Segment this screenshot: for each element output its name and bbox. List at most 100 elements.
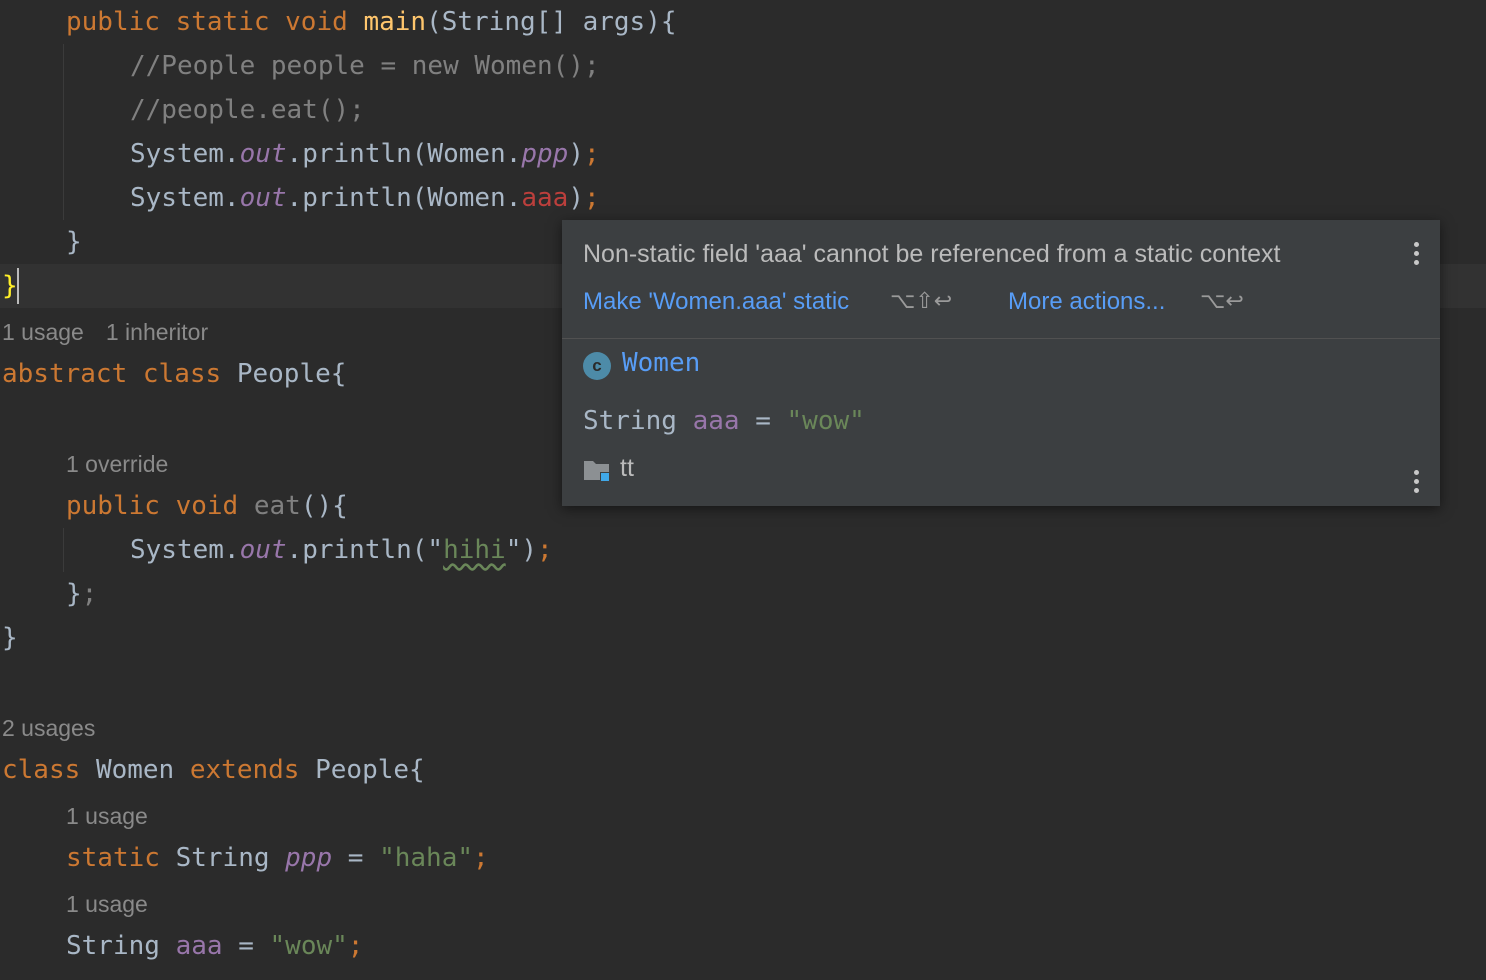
inlay-hint-women[interactable]: 2 usages [2, 706, 117, 750]
field-name: ppp [285, 843, 333, 873]
code-line-women-class[interactable]: class Women extends People{ [2, 748, 425, 792]
popup-divider [562, 338, 1440, 339]
inlay-hint-aaa[interactable]: 1 usage [66, 882, 170, 926]
semicolon: ; [473, 843, 489, 873]
method-params: (String[] args){ [426, 7, 677, 37]
more-options-icon[interactable] [1412, 242, 1420, 265]
type-name: String [583, 406, 677, 436]
code-token: ) [568, 183, 584, 213]
more-options-icon[interactable] [1412, 470, 1420, 493]
comment-text: //people.eat(); [130, 95, 365, 125]
class-link[interactable]: Women [622, 348, 700, 378]
code-line-println-ppp[interactable]: System.out.println(Women.ppp); [130, 132, 600, 176]
code-token: System. [130, 535, 240, 565]
type-name: String [66, 931, 160, 961]
string-literal: "haha" [379, 843, 474, 873]
code-line-close-people[interactable]: } [2, 616, 18, 660]
keyword: static [66, 843, 160, 873]
code-token: .println(" [286, 535, 444, 565]
error-field-token[interactable]: aaa [521, 183, 568, 213]
indent-guide [63, 528, 64, 572]
usage-hint[interactable]: 1 usage [66, 803, 148, 829]
usages-hint[interactable]: 2 usages [2, 715, 95, 741]
semicolon: ; [583, 139, 600, 169]
code-token: System. [130, 183, 240, 213]
static-field-token: out [239, 535, 287, 565]
semicolon: ; [583, 183, 600, 213]
code-editor[interactable]: public static void main(String[] args){ … [0, 0, 1486, 980]
string-literal-typo: hihi [443, 535, 506, 565]
class-name: People{ [236, 359, 347, 389]
code-line-println-hihi[interactable]: System.out.println("hihi"); [130, 528, 553, 572]
inlay-hint-ppp[interactable]: 1 usage [66, 794, 170, 838]
type-name: String [175, 843, 270, 873]
code-line-println-aaa[interactable]: System.out.println(Women.aaa); [130, 176, 600, 220]
code-line-close-eat[interactable]: }; [66, 572, 97, 616]
code-token: (){ [300, 491, 348, 521]
text-caret [17, 268, 19, 304]
code-token: .println(Women. [286, 139, 522, 169]
field-declaration: String aaa = "wow" [583, 406, 865, 436]
code-line-close-method[interactable]: } [66, 220, 82, 264]
override-hint[interactable]: 1 override [66, 451, 168, 477]
code-token: System. [130, 139, 240, 169]
class-name: Women [95, 755, 175, 785]
code-line-comment[interactable]: //people.eat(); [130, 88, 365, 132]
package-folder-icon [584, 461, 610, 482]
code-line-close-class[interactable]: } [2, 264, 18, 308]
inlay-hint-people[interactable]: 1 usage 1 inheritor [2, 310, 230, 354]
usage-hint[interactable]: 1 usage [2, 319, 84, 345]
class-icon: c [583, 352, 611, 380]
inheritor-hint[interactable]: 1 inheritor [106, 319, 208, 345]
static-field-token: out [239, 183, 287, 213]
keyword: class [142, 359, 222, 389]
static-field-token: out [239, 139, 287, 169]
code-line-eat-method[interactable]: public void eat(){ [66, 484, 348, 528]
closing-brace: } [2, 623, 18, 653]
keyword: void [175, 491, 239, 521]
code-token: = [222, 931, 270, 961]
make-static-action[interactable]: Make 'Women.aaa' static [583, 288, 849, 316]
code-token: ") [505, 535, 538, 565]
keyword: abstract [2, 359, 128, 389]
static-field-token: ppp [521, 139, 569, 169]
keyword: class [2, 755, 81, 785]
code-token: .println(Women. [286, 183, 522, 213]
make-static-shortcut: ⌥⇧↩ [890, 288, 953, 313]
code-token: ) [568, 139, 584, 169]
closing-brace: } [66, 579, 82, 609]
inlay-hint-override[interactable]: 1 override [66, 442, 190, 486]
code-line-main-signature[interactable]: public static void main(String[] args){ [66, 0, 677, 44]
code-token: = [332, 843, 380, 873]
parent-class-name: People{ [315, 755, 425, 785]
field-name: aaa [175, 931, 223, 961]
code-line-ppp-field[interactable]: static String ppp = "haha"; [66, 836, 489, 880]
error-tooltip-popup[interactable]: Non-static field 'aaa' cannot be referen… [562, 220, 1440, 506]
usage-hint[interactable]: 1 usage [66, 891, 148, 917]
method-name: eat [253, 491, 301, 521]
keyword: public [66, 491, 160, 521]
keyword: extends [189, 755, 300, 785]
semicolon: ; [81, 579, 98, 609]
code-token: = [739, 406, 787, 436]
error-message: Non-static field 'aaa' cannot be referen… [583, 240, 1281, 268]
comment-text: //People people = new Women(); [130, 51, 600, 81]
more-actions-link[interactable]: More actions... [1008, 288, 1165, 316]
closing-brace: } [66, 227, 82, 257]
semicolon: ; [347, 931, 364, 961]
keyword: void [285, 7, 348, 37]
code-line-aaa-field[interactable]: String aaa = "wow"; [66, 924, 363, 968]
indent-guide [63, 44, 64, 220]
string-literal: "wow" [786, 406, 865, 436]
code-line-comment[interactable]: //People people = new Women(); [130, 44, 600, 88]
field-name: aaa [692, 406, 740, 436]
keyword: public [66, 7, 160, 37]
code-line-people-class[interactable]: abstract class People{ [2, 352, 346, 396]
method-name: main [363, 7, 427, 37]
keyword: static [175, 7, 270, 37]
string-literal: "wow" [269, 931, 348, 961]
semicolon: ; [537, 535, 553, 565]
more-actions-shortcut: ⌥↩ [1200, 288, 1244, 313]
package-name: tt [620, 454, 634, 482]
matched-brace: } [2, 271, 18, 301]
